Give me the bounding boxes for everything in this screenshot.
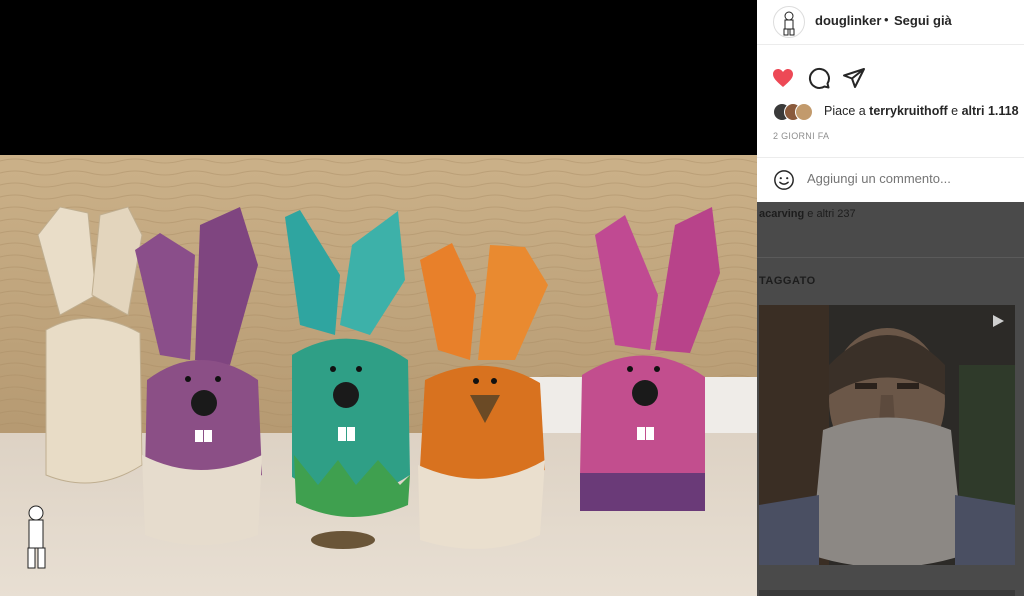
action-bar xyxy=(757,58,1024,98)
paper-plane-icon[interactable] xyxy=(842,66,866,90)
username-link[interactable]: douglinker xyxy=(815,13,881,28)
post-header: douglinker • Segui già xyxy=(757,0,1024,45)
liker-username[interactable]: terrykruithoff xyxy=(869,104,947,118)
tagged-video-thumbnail[interactable] xyxy=(759,305,1015,565)
next-thumbnail-edge xyxy=(759,590,1015,596)
avatar[interactable] xyxy=(773,6,805,38)
comment-bubble-icon[interactable] xyxy=(807,66,831,90)
divider xyxy=(757,257,1024,258)
heart-icon[interactable] xyxy=(771,66,795,90)
background-profile-dimmed: acarving e altri 237 TAGGATO xyxy=(757,202,1024,596)
bearded-man-image xyxy=(759,305,1015,565)
comment-box xyxy=(757,157,1024,203)
likes-others[interactable]: altri 1.118 xyxy=(962,104,1019,118)
likes-text: Piace a terrykruithoff e altri 1.118 xyxy=(824,104,1019,118)
background-likes-rest: e altri 237 xyxy=(804,208,856,220)
following-button[interactable]: Segui già xyxy=(894,13,952,28)
play-icon xyxy=(993,315,1004,327)
likes-prefix: Piace a xyxy=(824,104,870,118)
background-likes-text: acarving e altri 237 xyxy=(759,208,856,220)
tagged-heading: TAGGATO xyxy=(759,275,816,287)
smiley-icon[interactable] xyxy=(773,169,795,191)
carved-bunnies-photo xyxy=(0,155,757,596)
post-sidebar: douglinker • Segui già Piace a terrykrui… xyxy=(757,0,1024,202)
likes-connector: e xyxy=(947,104,962,118)
background-liker: acarving xyxy=(759,208,805,220)
separator-dot: • xyxy=(884,12,889,27)
liker-avatar xyxy=(795,103,813,121)
comment-input[interactable] xyxy=(807,171,1012,186)
likes-summary[interactable]: Piace a terrykruithoff e altri 1.118 xyxy=(773,103,1023,121)
post-photo[interactable] xyxy=(0,0,757,596)
post-timestamp[interactable]: 2 GIORNI FA xyxy=(773,131,829,141)
